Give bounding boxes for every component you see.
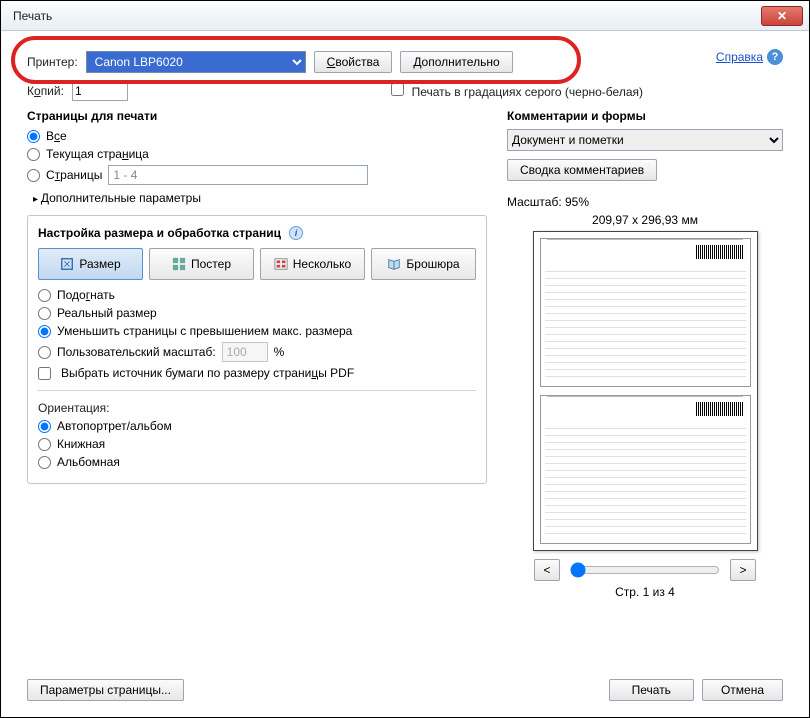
sizing-title: Настройка размера и обработка страниц i [38, 226, 476, 240]
preview-page-upper [540, 238, 751, 387]
left-column: Страницы для печати Все Текущая страница… [27, 109, 487, 599]
dialog-content: Справка ? Принтер: Canon LBP6020 Свойств… [1, 31, 809, 717]
custom-scale-radio[interactable]: Пользовательский масштаб: % [38, 342, 476, 362]
multiple-segment[interactable]: Несколько [260, 248, 365, 280]
preview-nav: < > [507, 559, 783, 581]
pages-range-input[interactable] [108, 165, 368, 185]
shrink-radio[interactable]: Уменьшить страницы с превышением макс. р… [38, 324, 476, 338]
printer-label: Принтер: [27, 55, 78, 69]
orientation-title: Ориентация: [38, 401, 476, 415]
page-setup-button[interactable]: Параметры страницы... [27, 679, 184, 701]
comments-title: Комментарии и формы [507, 109, 783, 123]
cancel-button[interactable]: Отмена [702, 679, 783, 701]
close-icon: ✕ [777, 9, 787, 23]
orient-portrait-radio[interactable]: Книжная [38, 437, 476, 451]
print-dialog: Печать ✕ Справка ? Принтер: Canon LBP602… [0, 0, 810, 718]
info-icon[interactable]: i [289, 226, 303, 240]
copies-row: Копий: Печать в градациях серого (черно-… [27, 81, 783, 101]
pages-more-disclosure[interactable]: Дополнительные параметры [33, 191, 487, 205]
dialog-footer: Параметры страницы... Печать Отмена [27, 679, 783, 701]
booklet-icon [387, 257, 401, 271]
advanced-button[interactable]: Дополнительно [400, 51, 512, 73]
multiple-icon [274, 257, 288, 271]
custom-scale-input[interactable] [222, 342, 268, 362]
copies-input[interactable] [72, 81, 128, 101]
sizing-group: Настройка размера и обработка страниц i … [27, 215, 487, 484]
poster-icon [172, 257, 186, 271]
page-indicator: Стр. 1 из 4 [507, 585, 783, 599]
copies-label: Копий: [27, 84, 64, 98]
preview-dimensions: 209,97 x 296,93 мм [507, 213, 783, 227]
print-preview [533, 231, 758, 551]
grayscale-checkbox[interactable] [391, 83, 404, 96]
right-column: Комментарии и формы Документ и пометки С… [507, 109, 783, 599]
booklet-segment[interactable]: Брошюра [371, 248, 476, 280]
sizing-mode-segments: Размер Постер Несколько Брошюра [38, 248, 476, 280]
properties-button[interactable]: Свойства [314, 51, 393, 73]
pages-range-radio[interactable]: Страницы [27, 165, 487, 185]
fit-radio[interactable]: Подогнать [38, 288, 476, 302]
pages-all-radio[interactable]: Все [27, 129, 487, 143]
print-button[interactable]: Печать [609, 679, 694, 701]
preview-slider[interactable] [570, 562, 720, 578]
printer-row: Принтер: Canon LBP6020 Свойства Дополнит… [27, 51, 783, 73]
separator [38, 390, 476, 391]
scale-label: Масштаб: 95% [507, 195, 783, 209]
actual-radio[interactable]: Реальный размер [38, 306, 476, 320]
paper-source-checkbox[interactable] [38, 367, 51, 380]
window-title: Печать [7, 9, 761, 23]
comments-select[interactable]: Документ и пометки [507, 129, 783, 151]
poster-segment[interactable]: Постер [149, 248, 254, 280]
close-button[interactable]: ✕ [761, 6, 803, 26]
grayscale-checkbox-label[interactable]: Печать в градациях серого (черно-белая) [391, 83, 643, 99]
printer-select[interactable]: Canon LBP6020 [86, 51, 306, 73]
orient-auto-radio[interactable]: Автопортрет/альбом [38, 419, 476, 433]
barcode-icon [696, 245, 744, 259]
barcode-icon [696, 402, 744, 416]
titlebar: Печать ✕ [1, 1, 809, 31]
preview-page-lower [540, 395, 751, 544]
pages-title: Страницы для печати [27, 109, 487, 123]
prev-page-button[interactable]: < [534, 559, 560, 581]
main-columns: Страницы для печати Все Текущая страница… [27, 109, 783, 599]
pages-current-radio[interactable]: Текущая страница [27, 147, 487, 161]
size-icon [60, 257, 74, 271]
size-segment[interactable]: Размер [38, 248, 143, 280]
comments-summary-button[interactable]: Сводка комментариев [507, 159, 657, 181]
next-page-button[interactable]: > [730, 559, 756, 581]
paper-source-checkbox-row[interactable]: Выбрать источник бумаги по размеру стран… [38, 366, 476, 380]
orient-landscape-radio[interactable]: Альбомная [38, 455, 476, 469]
